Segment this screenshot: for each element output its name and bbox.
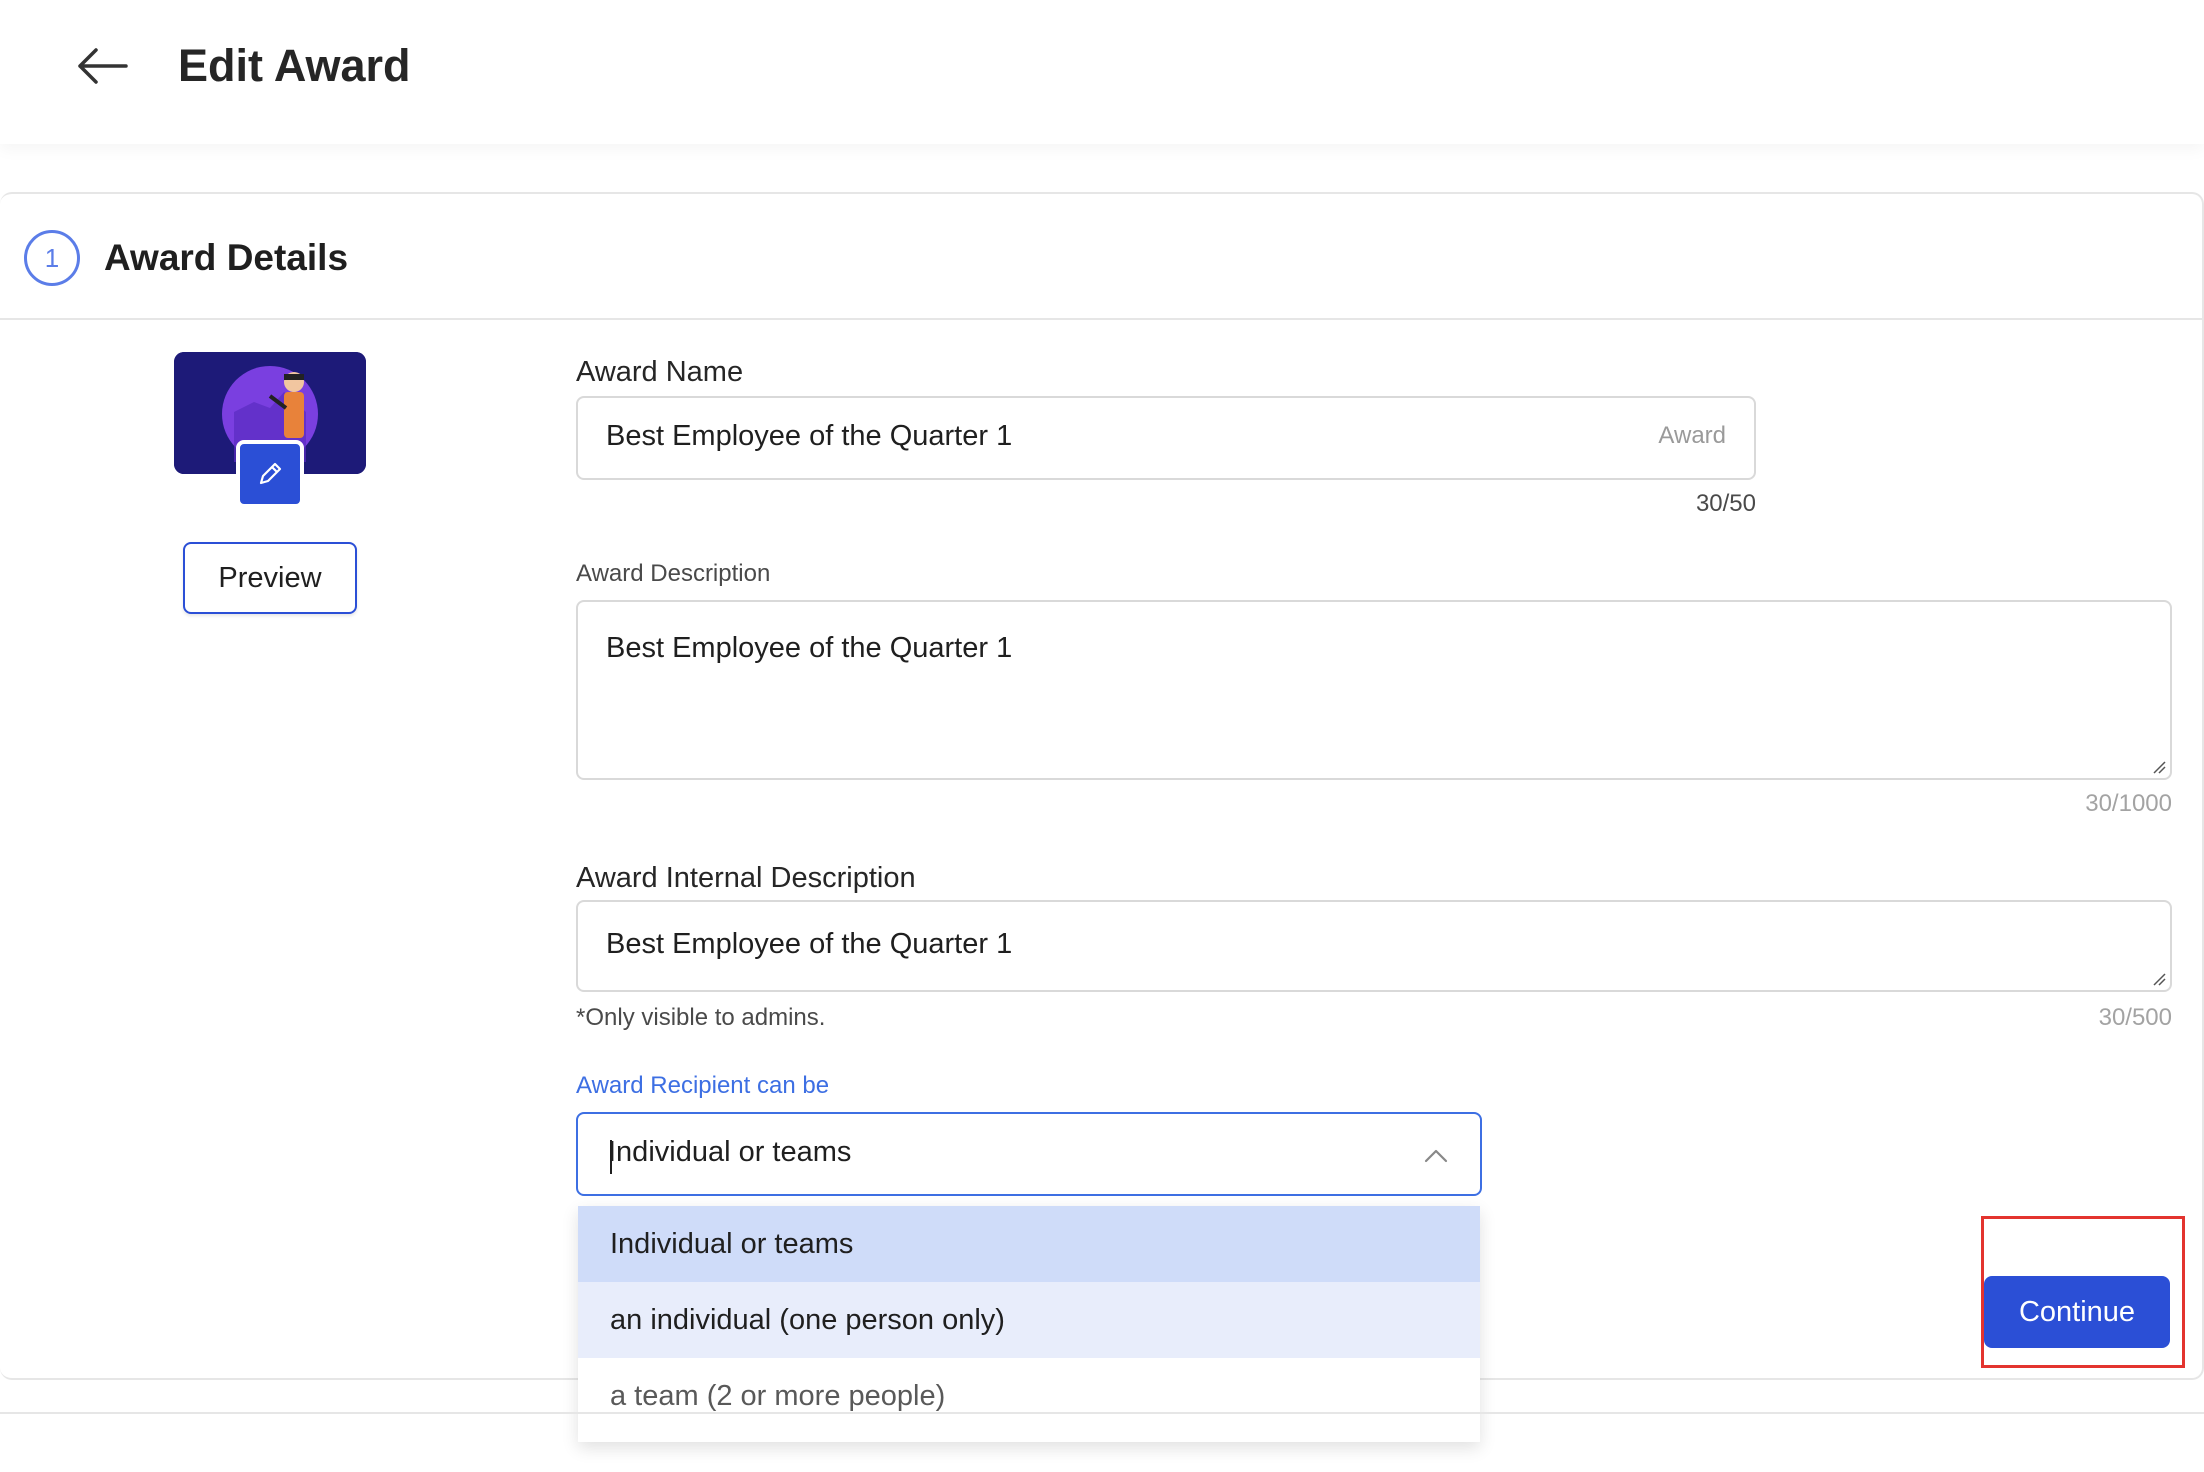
award-name-value: Best Employee of the Quarter 1	[606, 420, 1013, 452]
internal-description-counter: 30/500	[2098, 1004, 2172, 1031]
pencil-icon	[259, 462, 282, 485]
internal-description-textarea[interactable]: Best Employee of the Quarter 1	[576, 900, 2172, 992]
award-description-textarea[interactable]: Best Employee of the Quarter 1	[576, 600, 2172, 780]
award-name-label: Award Name	[576, 356, 744, 388]
chevron-up-icon[interactable]	[1422, 1142, 1450, 1170]
page-header: Edit Award	[0, 0, 2204, 144]
internal-description-label: Award Internal Description	[576, 862, 916, 894]
preview-button[interactable]: Preview	[183, 542, 357, 614]
recipient-select[interactable]: Individual or teams	[576, 1112, 1482, 1196]
recipient-selected-value: Individual or teams	[608, 1136, 852, 1168]
internal-description-value: Best Employee of the Quarter 1	[606, 928, 1013, 960]
resize-grip-icon[interactable]	[2152, 972, 2166, 986]
award-description-counter: 30/1000	[2085, 790, 2172, 817]
option-individual[interactable]: an individual (one person only)	[578, 1282, 1480, 1358]
option-individual-or-teams[interactable]: Individual or teams	[578, 1206, 1480, 1282]
award-description-label: Award Description	[576, 560, 771, 587]
award-name-suffix: Award	[1658, 422, 1726, 449]
recipient-dropdown-menu: Individual or teams an individual (one p…	[578, 1206, 1480, 1442]
award-name-input[interactable]: Best Employee of the Quarter 1 Award	[576, 396, 1756, 480]
recipient-label: Award Recipient can be	[576, 1072, 830, 1099]
section-title: Award Details	[104, 237, 349, 278]
award-name-counter: 30/50	[1695, 490, 1756, 517]
page-title: Edit Award	[178, 40, 411, 91]
arrow-left-icon	[78, 48, 128, 84]
edit-image-button[interactable]	[236, 440, 304, 508]
card-header: 1 Award Details	[0, 194, 2202, 320]
next-section-card	[0, 1412, 2204, 1472]
admin-only-hint: *Only visible to admins.	[576, 1004, 826, 1031]
award-description-value: Best Employee of the Quarter 1	[606, 632, 1013, 664]
back-button[interactable]	[74, 42, 130, 90]
resize-grip-icon[interactable]	[2152, 760, 2166, 774]
step-number-badge: 1	[24, 230, 80, 286]
continue-button[interactable]: Continue	[1984, 1276, 2170, 1348]
